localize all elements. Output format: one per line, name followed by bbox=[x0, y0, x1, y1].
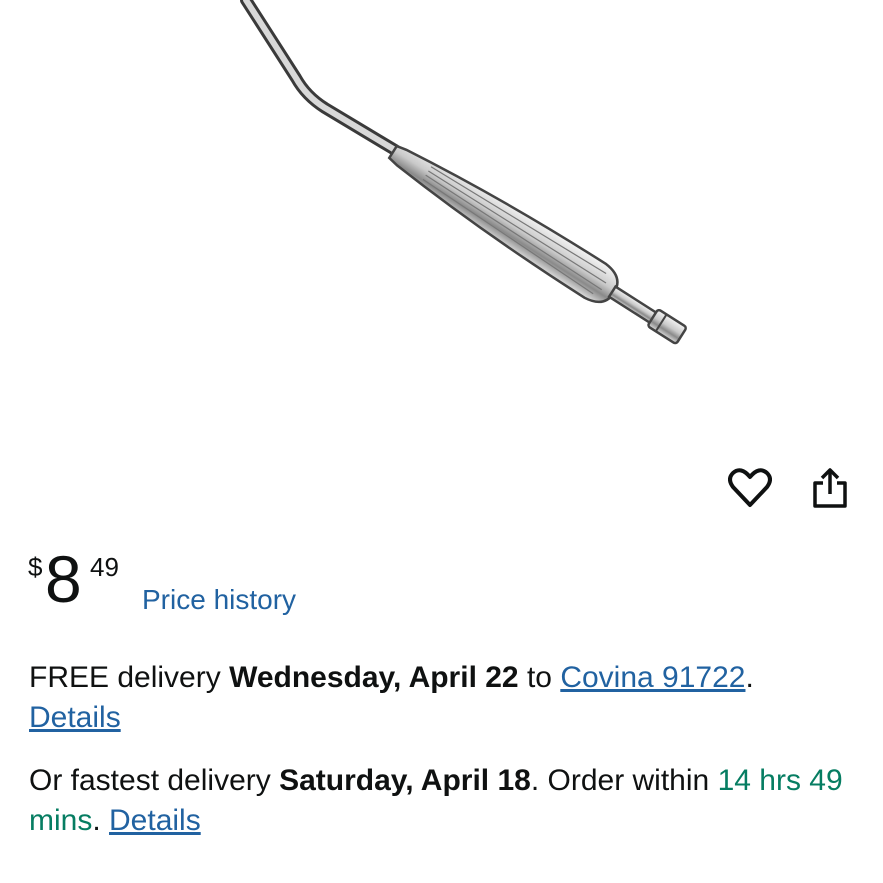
free-delivery-message: FREE delivery Wednesday, April 22 to Cov… bbox=[29, 658, 849, 738]
price-history-link[interactable]: Price history bbox=[142, 586, 296, 614]
fast-delivery-details-link[interactable]: Details bbox=[109, 804, 201, 837]
price-fraction: 49 bbox=[90, 552, 119, 582]
heart-outline-icon bbox=[728, 468, 772, 507]
fast-delivery-mid: . Order within bbox=[530, 764, 718, 797]
free-delivery-prefix: FREE delivery bbox=[29, 661, 230, 694]
free-delivery-suffix: . bbox=[745, 661, 754, 694]
share-icon bbox=[813, 468, 847, 508]
wishlist-button[interactable] bbox=[724, 462, 776, 514]
fastest-delivery-message: Or fastest delivery Saturday, April 18. … bbox=[29, 761, 849, 841]
suction-tube-illustration bbox=[240, 0, 687, 345]
fast-delivery-suffix: . bbox=[92, 804, 110, 837]
fast-delivery-prefix: Or fastest delivery bbox=[29, 764, 280, 797]
price-currency-symbol: $ bbox=[28, 552, 43, 582]
free-delivery-to: to bbox=[518, 661, 561, 694]
free-delivery-date: Wednesday, April 22 bbox=[229, 661, 519, 694]
fast-delivery-date: Saturday, April 18 bbox=[279, 764, 531, 797]
price-whole: 8 bbox=[45, 542, 82, 616]
free-delivery-details-link[interactable]: Details bbox=[29, 701, 121, 734]
share-button[interactable] bbox=[804, 462, 856, 514]
delivery-location-link[interactable]: Covina 91722 bbox=[560, 661, 745, 694]
product-image[interactable] bbox=[0, 0, 883, 440]
